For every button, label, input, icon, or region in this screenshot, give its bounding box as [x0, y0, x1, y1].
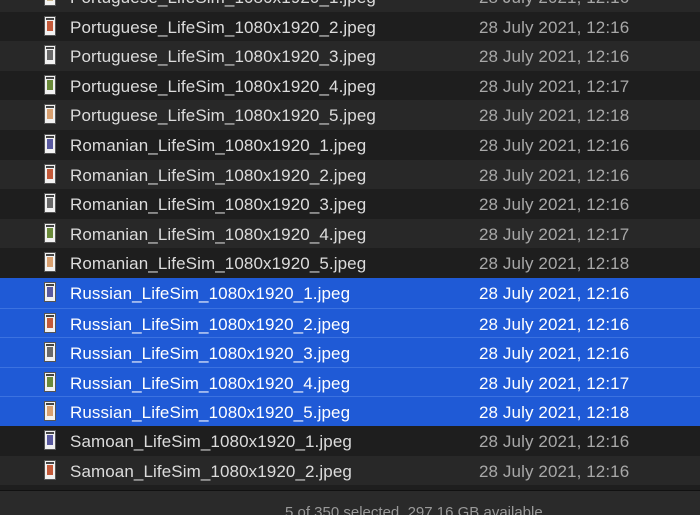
file-date-modified: 28 July 2021, 12:16	[479, 135, 630, 155]
file-name: Romanian_LifeSim_1080x1920_4.jpeg	[70, 224, 367, 244]
file-row[interactable]: Russian_LifeSim_1080x1920_4.jpeg 28 July …	[0, 366, 700, 397]
file-row[interactable]: Romanian_LifeSim_1080x1920_5.jpeg 28 July…	[0, 248, 700, 278]
file-name: Romanian_LifeSim_1080x1920_2.jpeg	[70, 165, 367, 185]
file-name: Samoan_LifeSim_1080x1920_2.jpeg	[70, 461, 352, 481]
file-date-modified: 28 July 2021, 12:17	[479, 373, 630, 393]
file-row[interactable]: Portuguese_LifeSim_1080x1920_1.jpeg 28 Ju…	[0, 0, 700, 12]
file-date-modified: 28 July 2021, 12:18	[479, 106, 630, 126]
file-date-modified: 28 July 2021, 12:16	[479, 47, 630, 67]
file-row[interactable]: Russian_LifeSim_1080x1920_1.jpeg 28 July …	[0, 277, 700, 308]
file-date-modified: 28 July 2021, 12:16	[479, 0, 629, 8]
file-row[interactable]: Romanian_LifeSim_1080x1920_2.jpeg 28 July…	[0, 159, 700, 190]
image-thumbnail-icon	[44, 0, 56, 6]
file-name: Portuguese_LifeSim_1080x1920_1.jpeg	[70, 0, 376, 8]
file-row[interactable]: Romanian_LifeSim_1080x1920_3.jpeg 28 July…	[0, 189, 700, 219]
file-row[interactable]: Russian_LifeSim_1080x1920_5.jpeg 28 July …	[0, 396, 700, 426]
status-text: 5 of 350 selected, 297.16 GB available	[285, 504, 543, 515]
file-name: Russian_LifeSim_1080x1920_2.jpeg	[70, 314, 351, 334]
file-date-modified: 28 July 2021, 12:16	[479, 431, 630, 451]
finder-window: Portuguese_LifeSim_1080x1920_1.jpeg 28 Ju…	[0, 0, 700, 515]
image-thumbnail-icon	[44, 193, 56, 214]
file-name: Romanian_LifeSim_1080x1920_5.jpeg	[70, 254, 367, 274]
file-name: Romanian_LifeSim_1080x1920_3.jpeg	[70, 195, 367, 215]
file-row[interactable]: Portuguese_LifeSim_1080x1920_2.jpeg 28 Ju…	[0, 11, 700, 42]
file-name: Russian_LifeSim_1080x1920_4.jpeg	[70, 373, 351, 393]
file-name: Russian_LifeSim_1080x1920_3.jpeg	[70, 344, 351, 364]
file-row[interactable]: Portuguese_LifeSim_1080x1920_3.jpeg 28 Ju…	[0, 41, 700, 71]
image-thumbnail-icon	[44, 252, 56, 273]
file-date-modified: 28 July 2021, 12:17	[479, 76, 630, 96]
file-date-modified: 28 July 2021, 12:18	[479, 403, 630, 423]
image-thumbnail-icon	[44, 163, 56, 184]
file-date-modified: 28 July 2021, 12:16	[479, 344, 630, 364]
file-date-modified: 28 July 2021, 12:16	[479, 165, 630, 185]
file-row[interactable]: Samoan_LifeSim_1080x1920_1.jpeg 28 July 2…	[0, 425, 700, 456]
file-date-modified: 28 July 2021, 12:16	[479, 195, 630, 215]
file-name: Portuguese_LifeSim_1080x1920_2.jpeg	[70, 17, 376, 37]
file-row[interactable]: Romanian_LifeSim_1080x1920_1.jpeg 28 July…	[0, 129, 700, 160]
image-thumbnail-icon	[44, 429, 56, 450]
image-thumbnail-icon	[44, 74, 56, 95]
image-thumbnail-icon	[44, 342, 56, 363]
file-date-modified: 28 July 2021, 12:17	[479, 224, 630, 244]
image-thumbnail-icon	[44, 371, 56, 392]
file-name: Russian_LifeSim_1080x1920_1.jpeg	[70, 283, 351, 303]
image-thumbnail-icon	[44, 281, 56, 302]
image-thumbnail-icon	[44, 15, 56, 36]
image-thumbnail-icon	[44, 401, 56, 422]
file-row[interactable]: Russian_LifeSim_1080x1920_3.jpeg 28 July …	[0, 337, 700, 367]
image-thumbnail-icon	[44, 45, 56, 66]
file-name: Portuguese_LifeSim_1080x1920_5.jpeg	[70, 106, 376, 126]
status-bar: 5 of 350 selected, 297.16 GB available	[0, 490, 700, 515]
file-row[interactable]: Portuguese_LifeSim_1080x1920_4.jpeg 28 Ju…	[0, 70, 700, 101]
file-name: Portuguese_LifeSim_1080x1920_4.jpeg	[70, 76, 376, 96]
file-name: Russian_LifeSim_1080x1920_5.jpeg	[70, 403, 351, 423]
image-thumbnail-icon	[44, 459, 56, 480]
image-thumbnail-icon	[44, 104, 56, 125]
file-name: Romanian_LifeSim_1080x1920_1.jpeg	[70, 135, 367, 155]
file-date-modified: 28 July 2021, 12:18	[479, 254, 630, 274]
file-date-modified: 28 July 2021, 12:16	[479, 283, 630, 303]
file-name: Samoan_LifeSim_1080x1920_1.jpeg	[70, 431, 352, 451]
file-row[interactable]: Samoan_LifeSim_1080x1920_2.jpeg 28 July 2…	[0, 455, 700, 486]
file-row[interactable]: Romanian_LifeSim_1080x1920_4.jpeg 28 July…	[0, 218, 700, 249]
file-name: Portuguese_LifeSim_1080x1920_3.jpeg	[70, 47, 376, 67]
file-date-modified: 28 July 2021, 12:16	[479, 461, 630, 481]
file-row[interactable]: Russian_LifeSim_1080x1920_2.jpeg 28 July …	[0, 307, 700, 338]
file-row[interactable]: Portuguese_LifeSim_1080x1920_5.jpeg 28 Ju…	[0, 100, 700, 130]
file-date-modified: 28 July 2021, 12:16	[479, 314, 630, 334]
image-thumbnail-icon	[44, 312, 56, 333]
file-date-modified: 28 July 2021, 12:16	[479, 17, 630, 37]
image-thumbnail-icon	[44, 133, 56, 154]
image-thumbnail-icon	[44, 222, 56, 243]
file-list[interactable]: Portuguese_LifeSim_1080x1920_1.jpeg 28 Ju…	[0, 0, 700, 486]
